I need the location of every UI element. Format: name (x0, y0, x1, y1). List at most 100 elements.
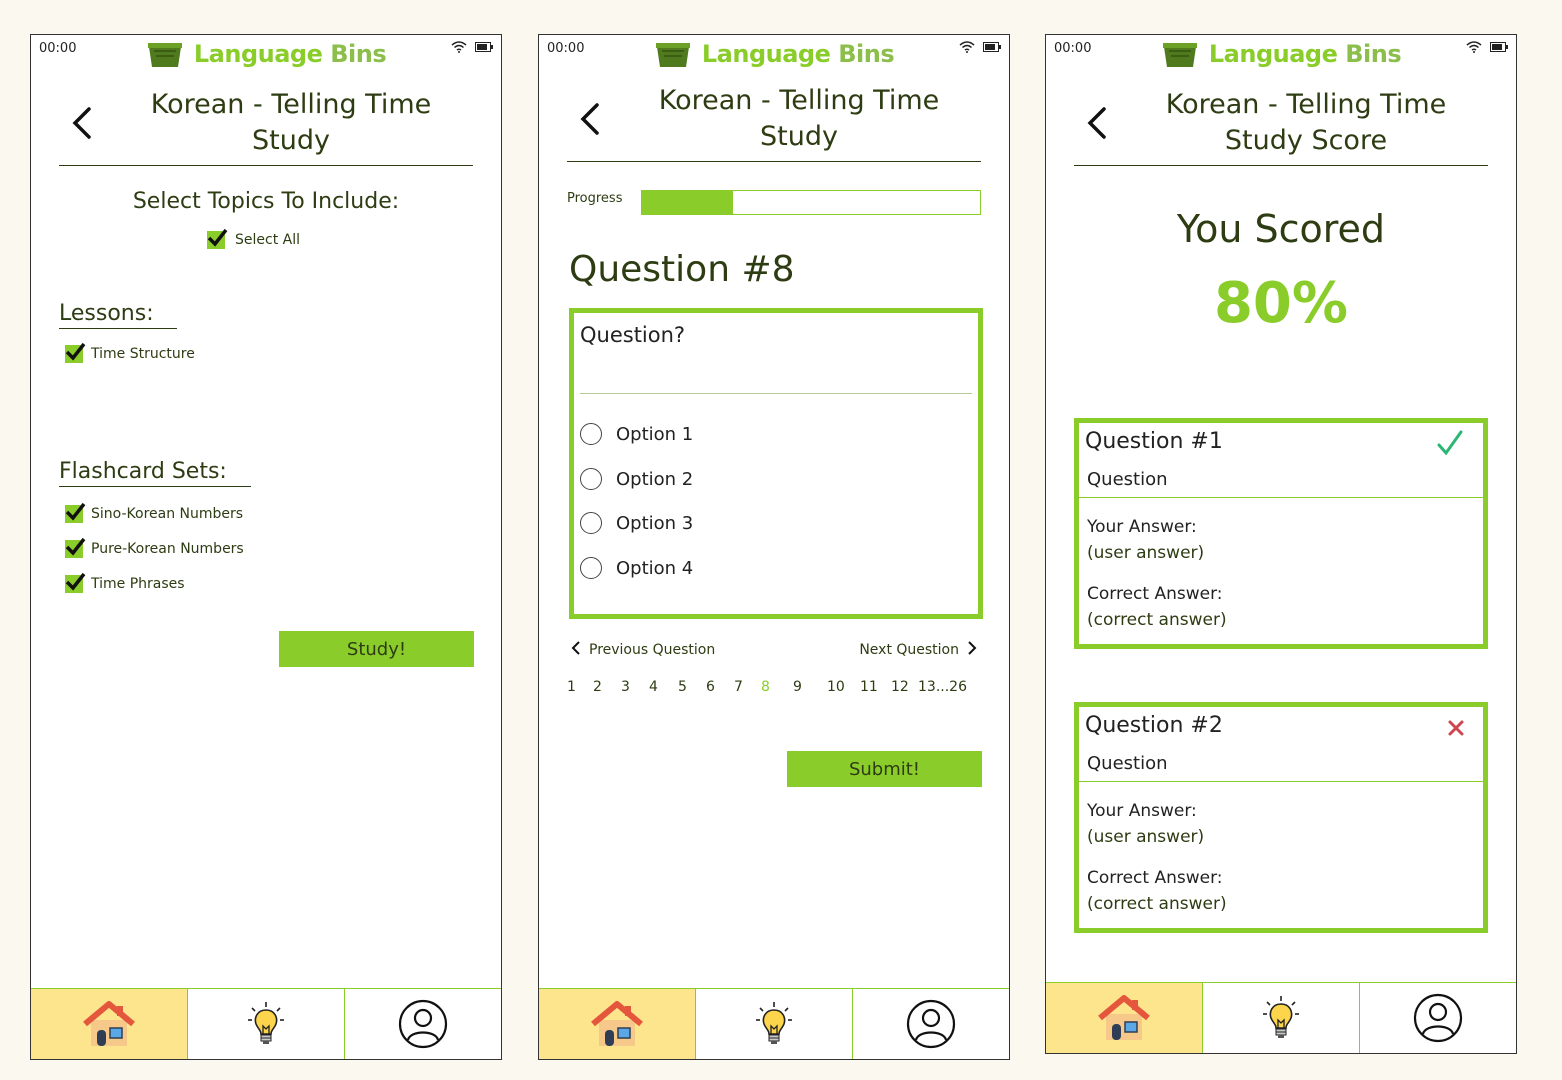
option-label: Option 4 (616, 557, 694, 579)
page-number[interactable]: 5 (678, 679, 706, 695)
question-heading: Question #8 (569, 249, 795, 290)
incorrect-x-icon (1447, 719, 1465, 741)
home-icon (83, 1000, 135, 1048)
back-chevron-icon[interactable] (69, 105, 97, 141)
radio-button[interactable] (580, 468, 602, 490)
progress-bar-fill (642, 191, 734, 214)
correct-check-icon (1435, 429, 1465, 463)
previous-question-button[interactable]: Previous Question (571, 641, 715, 659)
result-card-question-1[interactable]: Question #1 Question Your Answer: (user … (1074, 418, 1488, 649)
checkbox-checked-icon[interactable] (65, 537, 86, 558)
score-screen: 00:00 Language Bins Korean - Telling Tim… (1045, 34, 1517, 1054)
app-name-bins: Bins (838, 40, 895, 68)
result-question-text: Question (1087, 469, 1168, 490)
result-question-text: Question (1087, 753, 1168, 774)
page-title-line1: Korean - Telling Time (658, 85, 940, 116)
app-logo: Language Bins (31, 39, 501, 69)
result-divider (1079, 497, 1483, 498)
page-number[interactable]: 4 (649, 679, 678, 695)
radio-button[interactable] (580, 423, 602, 445)
page-number[interactable]: 9 (793, 679, 827, 695)
page-number-current[interactable]: 8 (761, 679, 793, 695)
page-title: Korean - Telling Time Study (629, 83, 969, 155)
page-number[interactable]: 3 (621, 679, 649, 695)
correct-answer-label: Correct Answer: (1087, 584, 1223, 604)
profile-icon (1413, 993, 1463, 1043)
next-question-label: Next Question (859, 642, 959, 658)
page-number[interactable]: 1 (567, 679, 593, 695)
study-button[interactable]: Study! (279, 631, 474, 667)
result-question-title: Question #1 (1085, 429, 1223, 454)
select-all-label: Select All (235, 232, 300, 248)
lightbulb-icon (242, 1000, 290, 1048)
tab-home[interactable] (1046, 983, 1202, 1053)
your-answer-value: (user answer) (1087, 543, 1205, 563)
tab-home[interactable] (31, 989, 187, 1059)
app-name-language: Language (1208, 40, 1338, 68)
previous-question-label: Previous Question (589, 642, 716, 658)
next-question-button[interactable]: Next Question (859, 641, 977, 659)
tab-ideas[interactable] (1202, 983, 1359, 1053)
your-answer-value: (user answer) (1087, 827, 1205, 847)
page-number[interactable]: 11 (860, 679, 891, 695)
checkbox-checked-icon[interactable] (65, 342, 86, 363)
answer-option-4[interactable]: Option 4 (580, 557, 693, 579)
page-title: Korean - Telling Time Study (121, 87, 461, 159)
page-number[interactable]: 13...26 (918, 679, 967, 695)
home-icon (1098, 994, 1150, 1042)
page-number[interactable]: 12 (891, 679, 918, 695)
tab-ideas[interactable] (187, 989, 344, 1059)
page-number[interactable]: 10 (827, 679, 860, 695)
chevron-left-icon (571, 641, 581, 659)
profile-icon (906, 999, 956, 1049)
app-logo: Language Bins (1046, 39, 1516, 69)
radio-button[interactable] (580, 512, 602, 534)
tab-profile[interactable] (1359, 983, 1516, 1053)
correct-answer-value: (correct answer) (1087, 894, 1227, 914)
your-answer-label: Your Answer: (1087, 517, 1197, 537)
bin-logo-icon (654, 39, 692, 69)
answer-option-3[interactable]: Option 3 (580, 512, 693, 534)
option-label: Option 1 (616, 423, 694, 445)
radio-button[interactable] (580, 557, 602, 579)
page-number[interactable]: 7 (734, 679, 761, 695)
tab-profile[interactable] (344, 989, 501, 1059)
your-answer-label: Your Answer: (1087, 801, 1197, 821)
question-pagination: 1 2 3 4 5 6 7 8 9 10 11 12 13...26 (567, 679, 967, 695)
flashcard-checkbox-pure-korean[interactable]: Pure-Korean Numbers (65, 537, 244, 558)
result-card-question-2[interactable]: Question #2 Question Your Answer: (user … (1074, 702, 1488, 933)
select-all-checkbox[interactable]: Select All (207, 228, 300, 249)
checkbox-checked-icon[interactable] (207, 228, 228, 249)
profile-icon (398, 999, 448, 1049)
lightbulb-icon (1257, 994, 1305, 1042)
tab-profile[interactable] (852, 989, 1009, 1059)
answer-option-2[interactable]: Option 2 (580, 468, 693, 490)
page-title: Korean - Telling Time Study Score (1136, 87, 1476, 159)
flashcard-checkbox-sino-korean[interactable]: Sino-Korean Numbers (65, 502, 243, 523)
page-title-line1: Korean - Telling Time (150, 89, 432, 120)
flashcard-set-label: Pure-Korean Numbers (91, 541, 244, 557)
progress-bar (641, 190, 981, 215)
lesson-label: Time Structure (91, 346, 195, 362)
tab-home[interactable] (539, 989, 695, 1059)
page-title-line2: Study Score (1224, 125, 1388, 156)
page-title-line2: Study (760, 121, 838, 152)
title-divider (567, 161, 981, 162)
flashcard-checkbox-time-phrases[interactable]: Time Phrases (65, 572, 185, 593)
result-divider (1079, 781, 1483, 782)
page-number[interactable]: 2 (593, 679, 621, 695)
checkbox-checked-icon[interactable] (65, 572, 86, 593)
tab-ideas[interactable] (695, 989, 852, 1059)
lightbulb-icon (750, 1000, 798, 1048)
lesson-checkbox-time-structure[interactable]: Time Structure (65, 342, 195, 363)
checkbox-checked-icon[interactable] (65, 502, 86, 523)
submit-button[interactable]: Submit! (787, 751, 982, 787)
answer-option-1[interactable]: Option 1 (580, 423, 693, 445)
progress-label: Progress (567, 191, 623, 206)
back-chevron-icon[interactable] (577, 101, 605, 137)
back-chevron-icon[interactable] (1084, 105, 1112, 141)
you-scored-heading: You Scored (1176, 207, 1386, 251)
flashcard-sets-heading: Flashcard Sets: (59, 459, 251, 487)
bottom-tab-bar (539, 988, 1009, 1059)
page-number[interactable]: 6 (706, 679, 734, 695)
